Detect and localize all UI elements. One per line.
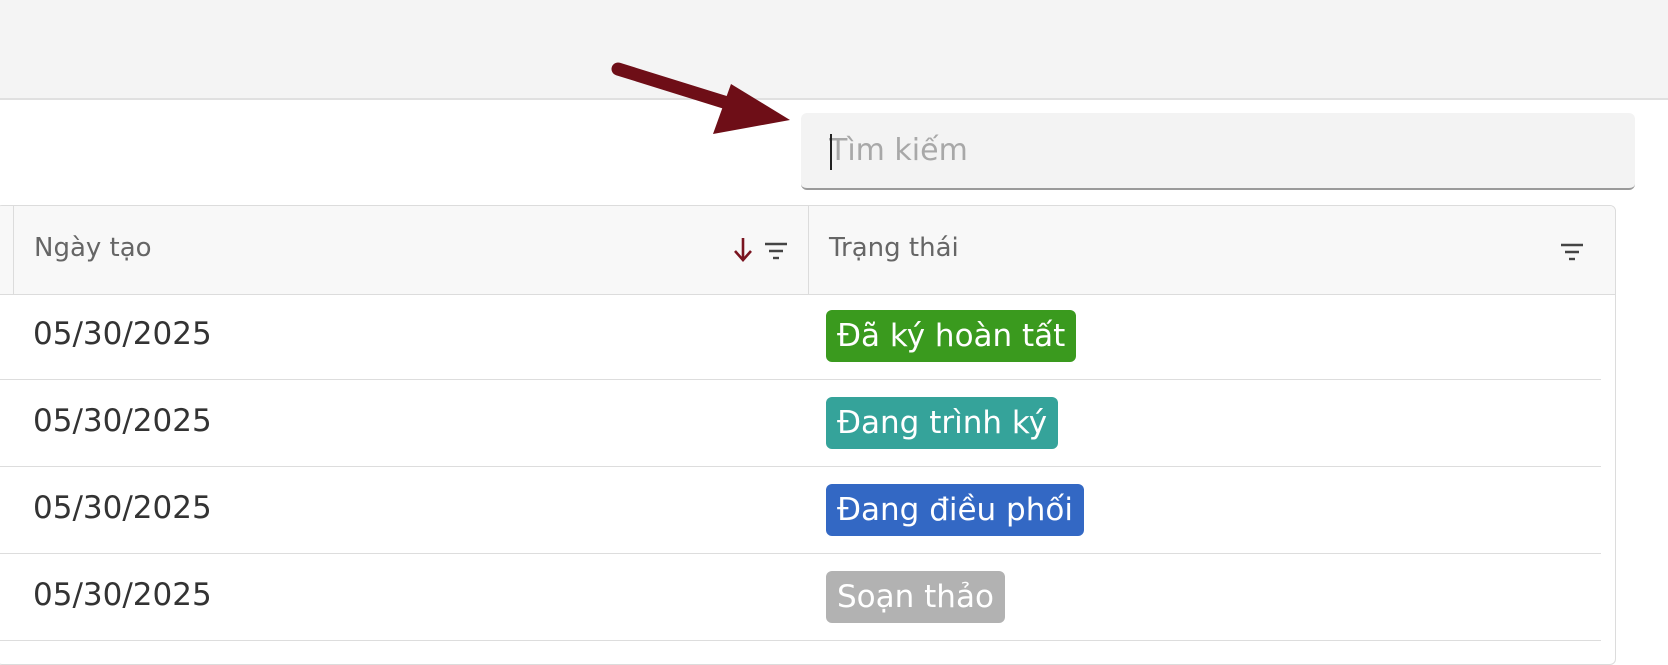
column-divider [808, 206, 809, 294]
column-divider [13, 206, 14, 294]
table-row[interactable]: 05/30/2025 Đã ký hoàn tất [0, 294, 1601, 380]
table-row[interactable]: 05/30/2025 Đang trình ký [0, 381, 1601, 467]
search-input[interactable] [829, 113, 1619, 188]
status-badge: Đã ký hoàn tất [826, 310, 1077, 362]
table-header: Ngày tạo Trạng thái [0, 206, 1615, 295]
search-box[interactable] [801, 113, 1635, 190]
text-cursor [830, 134, 832, 170]
arrow-down-icon[interactable] [732, 234, 754, 264]
column-header-status[interactable]: Trạng thái [829, 233, 959, 263]
created-date-cell: 05/30/2025 [33, 403, 212, 439]
status-badge: Đang trình ký [826, 397, 1059, 449]
table-row[interactable]: 05/30/2025 Đang điều phối [0, 468, 1601, 554]
created-date-cell: 05/30/2025 [33, 316, 212, 352]
created-date-cell: 05/30/2025 [33, 577, 212, 613]
status-badge: Đang điều phối [826, 484, 1084, 536]
annotation-arrow-icon [611, 62, 790, 134]
table-row[interactable]: 05/30/2025 Soạn thảo [0, 555, 1601, 641]
top-bar [0, 0, 1668, 100]
status-badge: Soạn thảo [826, 571, 1005, 623]
filter-icon[interactable] [764, 241, 788, 261]
documents-table: Ngày tạo Trạng thái 05/30/2025 Đã ký hoà… [0, 205, 1616, 665]
filter-icon[interactable] [1560, 242, 1584, 262]
column-header-created-date[interactable]: Ngày tạo [34, 233, 152, 263]
created-date-cell: 05/30/2025 [33, 490, 212, 526]
